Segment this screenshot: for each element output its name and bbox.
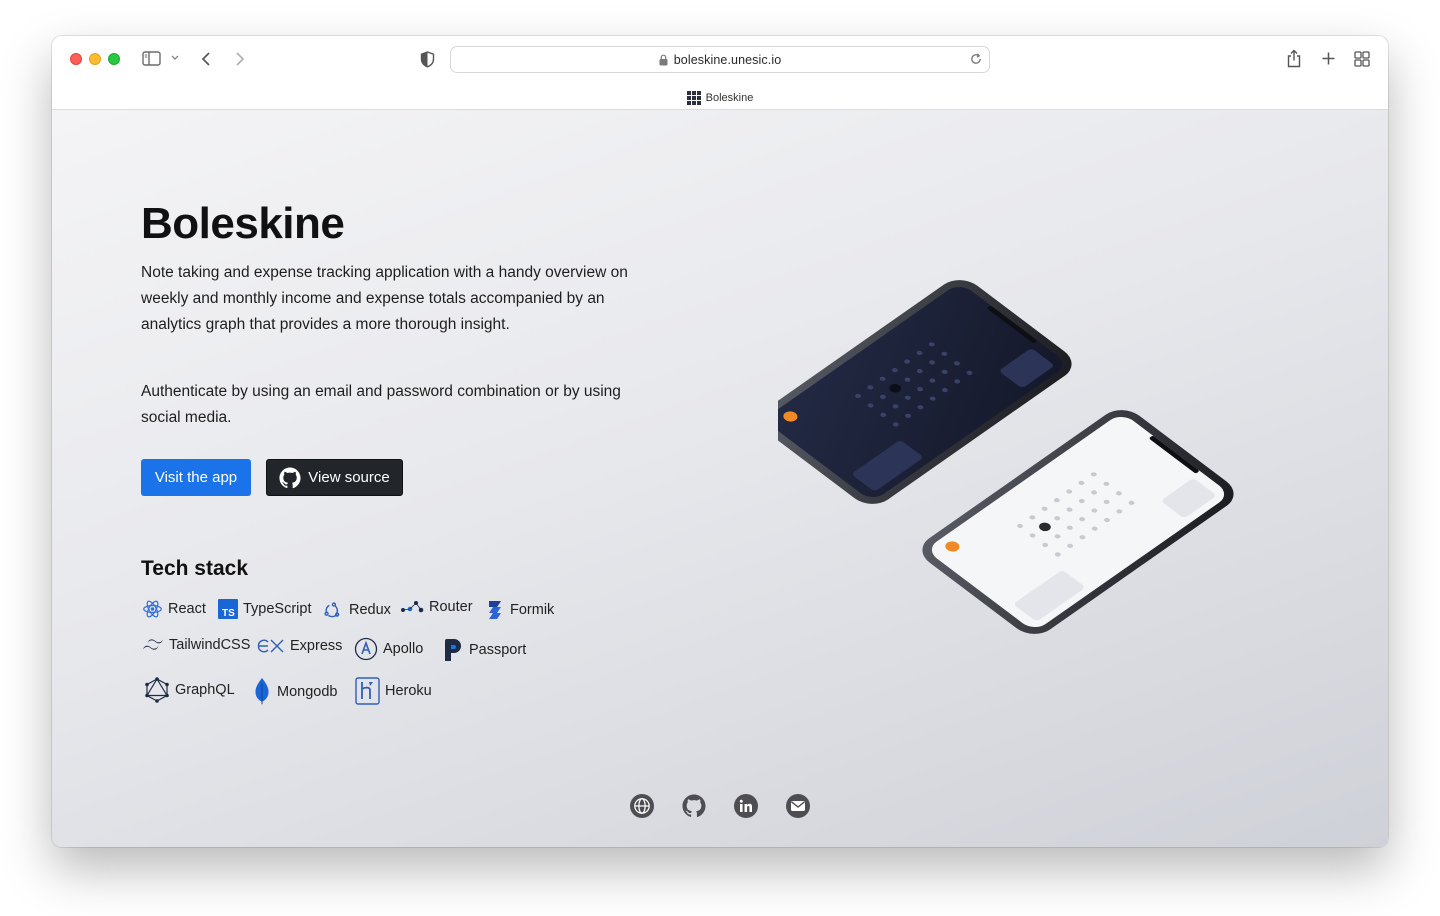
description-paragraph: Note taking and expense tracking applica… — [141, 264, 628, 333]
apollo-icon — [354, 637, 378, 661]
page-content: Boleskine Note taking and expense tracki… — [52, 110, 1388, 847]
forward-icon[interactable] — [234, 51, 246, 67]
close-window-button[interactable] — [70, 53, 82, 65]
back-icon[interactable] — [200, 51, 212, 67]
tech-label: Heroku — [385, 683, 432, 699]
new-tab-icon[interactable] — [1321, 51, 1336, 66]
app-screenshots-illustration — [778, 280, 1234, 634]
tab-active[interactable]: Boleskine — [52, 86, 1388, 110]
browser-toolbar: boleskine.unesic.io Boleskine — [52, 36, 1388, 110]
tech-express: Express — [257, 637, 342, 655]
graphql-icon — [144, 677, 170, 703]
router-icon — [400, 600, 424, 614]
favicon-icon — [686, 91, 701, 105]
tech-label: TypeScript — [243, 601, 312, 617]
passport-icon — [442, 637, 464, 663]
typescript-icon: TS — [218, 599, 238, 619]
lock-icon — [659, 54, 668, 66]
tech-mongodb: Mongodb — [252, 677, 337, 707]
privacy-shield-icon[interactable] — [420, 51, 435, 68]
tab-title: Boleskine — [705, 92, 754, 104]
globe-icon[interactable] — [630, 794, 654, 818]
tech-typescript: TS TypeScript — [218, 599, 312, 619]
view-source-label: View source — [308, 469, 390, 486]
page-title: Boleskine — [141, 199, 345, 248]
visit-app-button[interactable]: Visit the app — [141, 459, 251, 496]
github-icon[interactable] — [682, 794, 706, 818]
react-icon — [142, 599, 163, 619]
github-icon — [279, 466, 301, 488]
tech-router: Router — [400, 599, 473, 615]
svg-text:TS: TS — [222, 608, 235, 619]
tech-label: Mongodb — [277, 684, 338, 700]
tech-graphql: GraphQL — [144, 677, 235, 703]
view-source-button[interactable]: View source — [266, 459, 403, 496]
tab-overview-icon[interactable] — [1354, 51, 1370, 67]
tech-label: TailwindCSS — [169, 637, 251, 653]
tailwindcss-icon — [142, 638, 164, 652]
reload-icon[interactable] — [969, 52, 983, 71]
tech-redux: Redux — [322, 599, 391, 621]
tech-passport: Passport — [442, 637, 526, 663]
tech-label: Express — [290, 638, 343, 654]
mail-icon[interactable] — [786, 794, 810, 818]
zoom-window-button[interactable] — [108, 53, 120, 65]
redux-icon — [322, 599, 344, 621]
minimize-window-button[interactable] — [89, 53, 101, 65]
tech-react: React — [142, 599, 206, 619]
heroku-icon — [355, 677, 380, 705]
address-bar[interactable]: boleskine.unesic.io — [450, 46, 990, 73]
tech-label: Router — [429, 599, 473, 615]
linkedin-icon[interactable] — [734, 794, 758, 818]
tech-label: React — [168, 601, 206, 617]
tech-label: Apollo — [383, 641, 424, 657]
sidebar-toggle-icon[interactable] — [142, 51, 161, 66]
tech-tailwindcss: TailwindCSS — [142, 637, 250, 653]
tech-formik: Formik — [485, 599, 554, 621]
browser-window: boleskine.unesic.io Boleskine Boleskine … — [52, 36, 1388, 847]
express-icon — [257, 637, 285, 655]
formik-icon — [485, 599, 505, 621]
tech-apollo: Apollo — [354, 637, 423, 661]
tech-label: Passport — [469, 642, 527, 658]
tech-stack-title: Tech stack — [141, 557, 248, 580]
visit-app-label: Visit the app — [154, 469, 238, 486]
url-text: boleskine.unesic.io — [673, 52, 782, 67]
auth-paragraph: Authenticate by using an email and passw… — [141, 383, 621, 426]
chevron-down-icon[interactable] — [170, 54, 180, 62]
tech-heroku: Heroku — [355, 677, 432, 705]
tech-label: Redux — [349, 602, 391, 618]
tech-label: Formik — [510, 602, 555, 618]
tech-label: GraphQL — [175, 682, 235, 698]
share-icon[interactable] — [1286, 49, 1302, 68]
mongodb-icon — [252, 677, 272, 707]
